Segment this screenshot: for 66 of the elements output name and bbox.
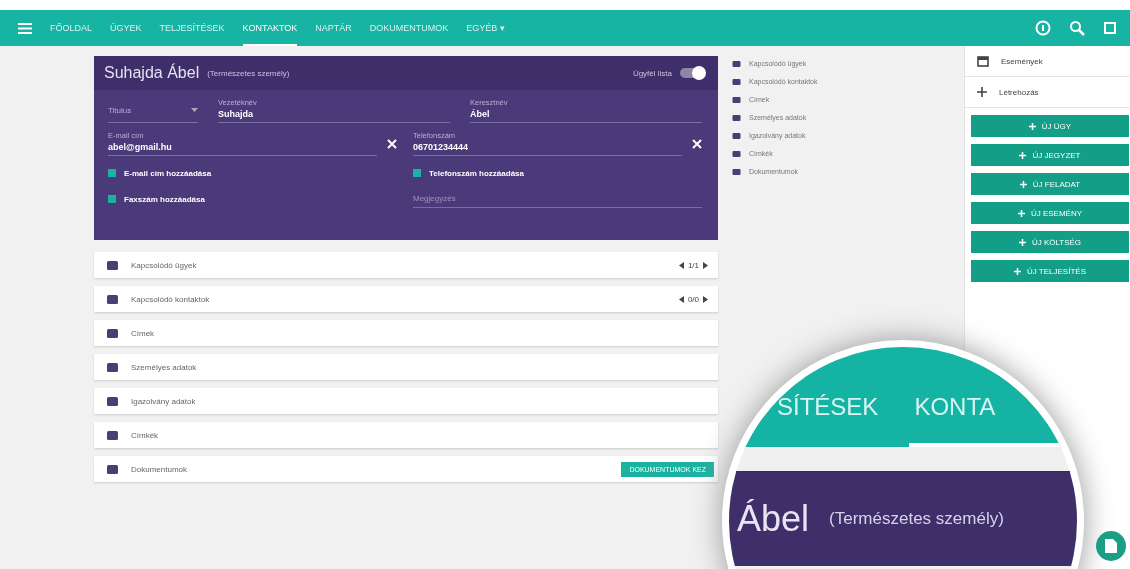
- menu-icon[interactable]: [18, 22, 32, 34]
- section-title: Dokumentumok: [131, 464, 188, 474]
- section-title: Személyes adatok: [131, 362, 197, 372]
- checkbox-label: E-mail cím hozzáadása: [124, 168, 212, 178]
- contact-name: Ábel: [737, 498, 810, 540]
- nav-tab[interactable]: KONTAKTOK: [242, 10, 298, 46]
- section-panel[interactable]: Személyes adatok: [94, 354, 718, 380]
- section-title: Kapcsolódó kontaktok: [131, 294, 210, 304]
- new-item-button[interactable]: ÚJ ÜGY: [971, 115, 1129, 137]
- title-select[interactable]: Titulus: [108, 98, 198, 123]
- section-title: Kapcsolódó ügyek: [131, 260, 197, 270]
- contact-name: Suhajda Ábel: [104, 64, 200, 82]
- nav-tab[interactable]: EGYÉB ▾: [466, 10, 505, 46]
- nav-tab[interactable]: ÜGYEK: [110, 10, 142, 46]
- tab-label: SÍTÉSEK: [777, 393, 879, 421]
- close-icon[interactable]: [692, 138, 702, 149]
- tab-label: KONTA: [914, 393, 996, 421]
- section-panel[interactable]: Kapcsolódó kontaktok 0/0: [94, 286, 718, 312]
- section-title: Címkék: [131, 430, 159, 440]
- section-panel[interactable]: Címkék: [94, 422, 718, 448]
- nav-tab[interactable]: TELJESÍTÉSEK: [159, 10, 225, 46]
- nav-tab[interactable]: FŐOLDAL: [50, 10, 92, 46]
- checkbox[interactable]: [108, 195, 116, 203]
- nav-tab[interactable]: DOKUMENTUMOK: [369, 10, 449, 46]
- section-title: Címek: [131, 328, 155, 338]
- dropdown-icon: [191, 108, 198, 112]
- plus-icon: [977, 87, 987, 97]
- previous-icon[interactable]: [678, 295, 684, 303]
- previous-icon[interactable]: [678, 261, 684, 269]
- new-item-button[interactable]: ÚJ TELJESÍTÉS: [971, 260, 1129, 282]
- section-panel[interactable]: Kapcsolódó ügyek 1/1: [94, 252, 718, 278]
- close-icon[interactable]: [387, 138, 397, 149]
- new-item-button[interactable]: ÚJ JEGYZET: [971, 144, 1129, 166]
- plus-icon: [1028, 122, 1036, 130]
- new-item-button[interactable]: ÚJ FELADAT: [971, 173, 1129, 195]
- plus-icon: [1019, 151, 1027, 159]
- checkbox[interactable]: [413, 169, 421, 177]
- plus-icon: [1019, 180, 1027, 188]
- next-icon[interactable]: [703, 295, 708, 303]
- checkbox-label: Faxszám hozzáadása: [124, 194, 205, 204]
- create-item[interactable]: Létrehozás: [965, 77, 1130, 108]
- checkbox[interactable]: [108, 169, 116, 177]
- page-count: 1/1: [687, 260, 699, 270]
- toggle-switch[interactable]: [680, 68, 704, 78]
- page-count: 0/0: [687, 294, 699, 304]
- contact-type: (Természetes személy): [829, 509, 1004, 529]
- plus-icon: [1017, 209, 1025, 217]
- plus-icon: [1018, 238, 1026, 246]
- section-panel[interactable]: Igazolvány adatok: [94, 388, 718, 414]
- document-icon: [1105, 539, 1117, 553]
- next-icon[interactable]: [703, 261, 708, 269]
- plus-icon: [1014, 267, 1021, 275]
- section-panel[interactable]: Címek: [94, 320, 718, 346]
- new-item-button[interactable]: ÚJ KÖLTSÉG: [971, 231, 1129, 253]
- contact-type: (Természetes személy): [207, 68, 290, 78]
- info-icon[interactable]: [1035, 20, 1051, 36]
- events-item[interactable]: Események: [965, 46, 1130, 77]
- note-field[interactable]: Megjegyzés: [413, 190, 702, 208]
- nav-tab[interactable]: NAPTÁR: [315, 10, 352, 46]
- calendar-icon: [977, 55, 989, 67]
- new-item-button[interactable]: ÚJ ESEMÉNY: [971, 202, 1129, 224]
- toggle-label: Ügyfél lista: [632, 68, 672, 78]
- window-icon[interactable]: [1103, 20, 1118, 36]
- search-icon[interactable]: [1069, 20, 1085, 36]
- section-title: Igazolvány adatok: [131, 396, 196, 406]
- checkbox-label: Telefonszám hozzáadása: [429, 168, 524, 178]
